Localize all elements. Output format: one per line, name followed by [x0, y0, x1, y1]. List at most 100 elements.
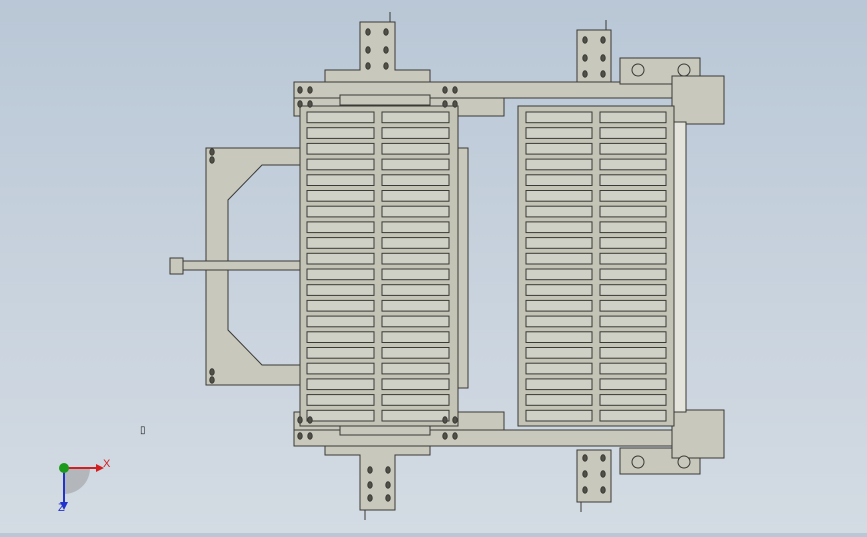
- bolt-hole: [582, 486, 588, 494]
- bolt-hole: [367, 466, 373, 474]
- left-tray-slot: [381, 190, 450, 202]
- top-right-post[interactable]: [576, 20, 612, 83]
- bolt-hole: [582, 54, 588, 62]
- bolt-hole: [307, 100, 313, 108]
- coordinate-triad: [59, 463, 104, 510]
- right-tray-slot: [525, 127, 593, 139]
- right-tray-slot: [525, 331, 593, 343]
- bolt-hole: [582, 36, 588, 44]
- right-tray-slot: [525, 221, 593, 234]
- left-tray-slot: [381, 315, 450, 328]
- right-tray-slot: [599, 268, 667, 281]
- left-tray-slot: [306, 190, 375, 202]
- bolt-hole: [442, 86, 448, 94]
- left-tray-slot: [306, 362, 375, 375]
- right-tray-slot: [599, 347, 667, 359]
- right-tray-slot: [525, 237, 593, 249]
- bolt-hole: [297, 432, 303, 440]
- left-tray-slot: [306, 268, 375, 281]
- bolt-hole: [442, 416, 448, 424]
- triad-z-label: Z: [58, 502, 65, 514]
- left-tray-slot: [381, 205, 450, 218]
- bolt-hole: [383, 28, 389, 36]
- left-tray-side-guide[interactable]: [457, 147, 469, 389]
- bolt-hole: [365, 28, 371, 36]
- bolt-hole: [600, 54, 606, 62]
- left-tray-slot: [306, 284, 375, 296]
- right-tray-slot: [525, 205, 593, 218]
- bolt-hole: [297, 416, 303, 424]
- adjustment-rod[interactable]: [169, 257, 303, 275]
- left-tray-slot: [381, 252, 450, 265]
- bolt-hole: [307, 86, 313, 94]
- top-left-mount-bracket[interactable]: [324, 12, 431, 83]
- left-tray-slot: [381, 127, 450, 139]
- bolt-hole: [600, 470, 606, 478]
- left-tray-slot: [381, 237, 450, 249]
- left-tray-slot: [306, 221, 375, 234]
- right-tray-slot: [599, 394, 667, 406]
- right-tray-slot: [599, 205, 667, 218]
- right-tray-slot: [599, 378, 667, 391]
- right-tray-slot: [599, 362, 667, 375]
- right-tray-slot: [599, 142, 667, 155]
- bolt-hole: [209, 156, 215, 164]
- right-tray-slot: [525, 111, 593, 124]
- right-tray-slot: [599, 331, 667, 343]
- bolt-hole: [385, 466, 391, 474]
- left-tray-slot: [306, 158, 375, 171]
- cad-viewport[interactable]: X Y Z ▯: [0, 0, 867, 533]
- bolt-hole: [297, 100, 303, 108]
- bolt-hole: [307, 432, 313, 440]
- text-cursor-icon: ▯: [140, 425, 146, 436]
- left-tray-slot: [306, 252, 375, 265]
- right-tray-slot: [599, 237, 667, 249]
- right-tray-slot: [525, 347, 593, 359]
- left-tray-slot: [381, 394, 450, 406]
- left-tray-slot: [306, 237, 375, 249]
- right-tray-slot: [525, 174, 593, 187]
- left-tray-slot: [306, 142, 375, 155]
- right-tray-slot: [525, 409, 593, 422]
- bolt-hole: [600, 70, 606, 78]
- bolt-hole: [383, 62, 389, 70]
- left-tray-slot: [306, 394, 375, 406]
- right-tray-slot: [525, 142, 593, 155]
- left-tray-slot: [306, 378, 375, 391]
- bolt-hole: [582, 70, 588, 78]
- right-tray-slot: [599, 315, 667, 328]
- right-tray-slot: [599, 127, 667, 139]
- bolt-hole: [209, 376, 215, 384]
- bolt-hole: [600, 36, 606, 44]
- right-tray-slot: [599, 190, 667, 202]
- bolt-hole: [209, 148, 215, 156]
- right-tray-slot: [525, 394, 593, 406]
- left-tray-slot: [306, 127, 375, 139]
- bolt-hole: [297, 86, 303, 94]
- left-tray-slot: [381, 409, 450, 422]
- bottom-right-post[interactable]: [576, 449, 612, 512]
- bolt-hole: [367, 494, 373, 502]
- bolt-hole: [442, 100, 448, 108]
- left-tray-slot: [381, 174, 450, 187]
- bolt-hole: [365, 46, 371, 54]
- right-tray-slot: [525, 268, 593, 281]
- bottom-left-mount-bracket[interactable]: [324, 444, 431, 520]
- assembly-drawing[interactable]: [0, 0, 867, 533]
- left-tray-slot: [381, 221, 450, 234]
- right-tray-slot: [525, 284, 593, 296]
- left-tray-slot: [381, 142, 450, 155]
- right-tray-slot: [599, 409, 667, 422]
- bolt-hole: [385, 481, 391, 489]
- left-tray-slot: [381, 158, 450, 171]
- left-tray-slot: [306, 409, 375, 422]
- right-tray-slot: [599, 221, 667, 234]
- right-tray-slot: [599, 284, 667, 296]
- left-tray-slot: [381, 362, 450, 375]
- right-tray-slot: [599, 158, 667, 171]
- left-tray-slot: [381, 111, 450, 124]
- left-tray-slot: [381, 378, 450, 391]
- left-tray-slot: [381, 268, 450, 281]
- left-tray-slot: [381, 331, 450, 343]
- bolt-hole: [442, 432, 448, 440]
